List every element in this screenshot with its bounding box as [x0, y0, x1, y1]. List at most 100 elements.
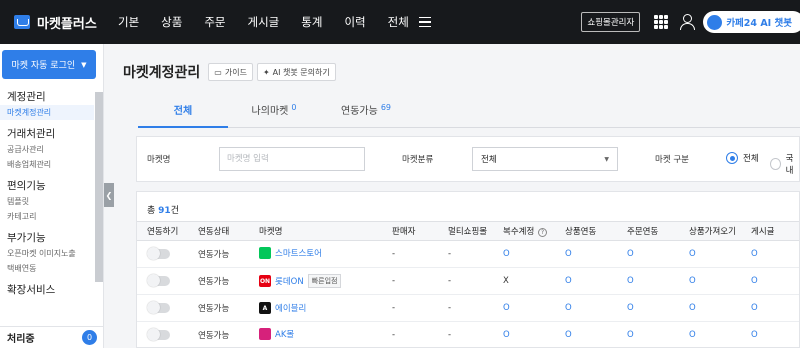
- nav-item-product[interactable]: 상품: [161, 14, 182, 30]
- table-header-row: 연동하기 연동상태 마켓명 판매자 멀티쇼핑몰 복수계정 ? 상품연동 주문연동…: [137, 221, 799, 241]
- product-link-cell: O: [555, 267, 617, 295]
- board-cell: O: [741, 321, 799, 347]
- market-name-input[interactable]: [219, 147, 365, 171]
- col-board: 게시글: [741, 221, 799, 241]
- menu-title-convenience[interactable]: 편의기능: [7, 178, 103, 194]
- menu-title-partner[interactable]: 거래처관리: [7, 126, 103, 142]
- market-link[interactable]: ON 롯데ON 빠른입점: [259, 274, 342, 288]
- sidebar-item-image-exposure[interactable]: 오픈마켓 이미지노출: [7, 246, 103, 261]
- menu-icon[interactable]: [418, 17, 431, 27]
- order-link-cell: O: [617, 321, 679, 347]
- market-table: 연동하기 연동상태 마켓명 판매자 멀티쇼핑몰 복수계정 ? 상품연동 주문연동…: [137, 221, 799, 347]
- tab-all[interactable]: 전체: [138, 102, 228, 128]
- link-toggle[interactable]: [147, 328, 170, 341]
- sidebar-item-template[interactable]: 템플릿: [7, 194, 103, 209]
- chevron-left-icon: ❮: [105, 190, 113, 200]
- sidebar-item-supplier[interactable]: 공급사관리: [7, 142, 103, 157]
- nav-item-order[interactable]: 주문: [204, 14, 225, 30]
- board-cell: O: [741, 294, 799, 322]
- market-auto-login-button[interactable]: 마켓 자동 로그인 ▼: [2, 50, 96, 79]
- menu-title-account[interactable]: 계정관리: [7, 89, 103, 105]
- sidebar-collapse-button[interactable]: ❮: [104, 183, 114, 207]
- link-toggle[interactable]: [147, 301, 170, 314]
- processing-status[interactable]: 처리중 0: [0, 326, 103, 348]
- sidebar-scrollbar[interactable]: [95, 92, 103, 282]
- col-multi-account-label: 복수계정: [503, 227, 535, 237]
- order-link-cell: O: [617, 240, 679, 268]
- sidebar-item-category[interactable]: 카테고리: [7, 209, 103, 224]
- ai-chatbot-button[interactable]: 카페24 AI 챗봇: [703, 11, 800, 33]
- product-import-cell: O: [679, 240, 741, 268]
- product-link-cell: O: [555, 240, 617, 268]
- col-link: 연동하기: [137, 221, 188, 241]
- chatbot-icon: [707, 14, 723, 30]
- market-tabs: 전체 나의마켓 0 연동가능 69: [138, 102, 800, 128]
- market-link[interactable]: A 에이블리: [259, 302, 306, 314]
- market-link[interactable]: 스마트스토어: [259, 246, 322, 259]
- processing-label: 처리중: [7, 334, 35, 345]
- nav-item-board[interactable]: 게시글: [248, 14, 280, 30]
- brand[interactable]: 마켓플러스: [14, 13, 118, 32]
- status-cell: 연동가능: [188, 321, 249, 347]
- multi-mall-cell: -: [438, 294, 493, 322]
- ai-inquiry-button[interactable]: ✦ AI 챗봇 문의하기: [256, 63, 336, 81]
- nav-item-all[interactable]: 전체: [388, 14, 409, 30]
- status-cell: 연동가능: [188, 294, 249, 322]
- menu-title-addon[interactable]: 부가기능: [7, 230, 103, 246]
- radio-type-domestic[interactable]: 국내: [770, 152, 799, 176]
- total-count: 총 91건: [147, 203, 179, 216]
- nav-item-basic[interactable]: 기본: [118, 14, 139, 30]
- market-category-select[interactable]: 전체 ▼: [472, 147, 618, 171]
- col-multi-account: 복수계정 ?: [493, 221, 555, 241]
- menu-group-convenience: 편의기능 템플릿 카테고리: [0, 178, 103, 224]
- sidebar-item-courier-link[interactable]: 택배연동: [7, 261, 103, 276]
- guide-button[interactable]: ▭ 가이드: [208, 63, 253, 81]
- market-table-card: 총 91건 연동하기 연동상태 마켓명 판매자 멀티쇼핑몰 복수계정 ? 상품연…: [136, 191, 800, 348]
- menu-group-partner: 거래처관리 공급사관리 배송업체관리: [0, 126, 103, 172]
- tab-my-market-label: 나의마켓: [251, 106, 289, 117]
- help-icon[interactable]: ?: [537, 228, 547, 237]
- menu-title-extension[interactable]: 확장서비스: [7, 282, 103, 298]
- ably-icon: A: [259, 302, 271, 314]
- multi-account-cell: X: [493, 267, 555, 295]
- total-number: 91: [158, 206, 171, 216]
- user-icon[interactable]: [679, 14, 696, 30]
- radio-type-all[interactable]: 전체: [726, 152, 759, 164]
- link-toggle[interactable]: [147, 274, 170, 287]
- top-navigation-bar: 마켓플러스 기본 상품 주문 게시글 통계 이력 전체 쇼핑몰관리자 카페24 …: [0, 0, 800, 44]
- app-name: 마켓플러스: [37, 16, 97, 32]
- order-link-cell: O: [617, 267, 679, 295]
- product-import-cell: O: [679, 294, 741, 322]
- sidebar: 마켓 자동 로그인 ▼ 계정관리 마켓계정관리 거래처관리 공급사관리 배송업체…: [0, 44, 104, 348]
- seller-cell: -: [382, 240, 438, 268]
- sidebar-item-shipping-company[interactable]: 배송업체관리: [7, 157, 103, 172]
- product-import-cell: O: [679, 321, 741, 347]
- apps-grid-icon[interactable]: [654, 15, 669, 29]
- ai-inquiry-label: AI 챗봇 문의하기: [272, 67, 330, 77]
- radio-type-all-label: 전체: [743, 154, 759, 164]
- sidebar-item-market-account[interactable]: 마켓계정관리: [0, 105, 94, 120]
- multi-account-cell: O: [493, 294, 555, 322]
- nav-item-stats[interactable]: 통계: [301, 14, 322, 30]
- tab-linkable-count: 69: [380, 103, 391, 112]
- tab-all-label: 전체: [173, 106, 193, 117]
- tab-my-market[interactable]: 나의마켓 0: [228, 102, 320, 128]
- multi-account-cell: O: [493, 240, 555, 268]
- tab-linkable[interactable]: 연동가능 69: [320, 102, 412, 128]
- radio-selected-icon: [726, 152, 738, 164]
- link-toggle[interactable]: [147, 247, 170, 260]
- market-plus-logo-icon: [14, 15, 30, 29]
- sidebar-menu: 계정관리 마켓계정관리 거래처관리 공급사관리 배송업체관리 편의기능 템플릿 …: [0, 89, 103, 298]
- market-link[interactable]: AK몰: [259, 327, 295, 340]
- shop-admin-button[interactable]: 쇼핑몰관리자: [581, 12, 641, 32]
- col-market: 마켓명: [249, 221, 382, 241]
- nav-item-history[interactable]: 이력: [344, 14, 365, 30]
- col-multi-mall: 멀티쇼핑몰: [438, 221, 493, 241]
- col-status: 연동상태: [188, 221, 249, 241]
- market-cell: A 에이블리: [249, 294, 382, 322]
- market-cell: ON 롯데ON 빠른입점: [249, 267, 382, 295]
- ai-chatbot-label: 카페24 AI 챗봇: [726, 18, 792, 29]
- market-auto-login-label: 마켓 자동 로그인: [11, 61, 76, 71]
- market-name: AK몰: [275, 329, 295, 340]
- tab-linkable-label: 연동가능: [341, 106, 378, 117]
